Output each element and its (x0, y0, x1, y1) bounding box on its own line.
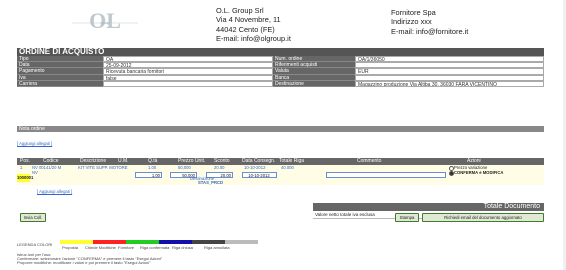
row-id: 1000001 (17, 175, 34, 180)
instructions-modify: Proporre modifiche: modificare i valori … (17, 260, 151, 265)
recipient-name: Fornitore Spa (391, 8, 436, 17)
recipient-email: E-mail: info@fornitore.it (391, 26, 469, 36)
legend-label-riga-confermata: Riga confermata (140, 245, 170, 250)
col-commento: Commento (357, 158, 382, 164)
row-descrizione: KIT VITE SUPP. MOTORE (78, 165, 128, 170)
row-data: 10-10-2012 (244, 165, 266, 170)
sender-city: 44042 Cento (FE) (216, 24, 275, 34)
sender-street: Via 4 Novembre, 11 (216, 15, 281, 25)
legend-swatch-chiede-modifiche (93, 240, 126, 244)
comment-input[interactable] (326, 172, 446, 178)
row-pos: 1 (20, 165, 23, 170)
legend-swatch-fornitore (126, 240, 159, 244)
row-sconto: 20.00 (214, 165, 225, 170)
recipient-address: Fornitore Spa Indirizzo xxx E-mail: info… (391, 8, 468, 36)
add-line-attachments-link[interactable]: [ Aggiungi allegati ] (37, 189, 72, 194)
back-button[interactable]: Invia Coll. (20, 213, 46, 222)
row-destination-value: STAS_PRCD (198, 180, 224, 185)
row-price: 50,000 (178, 165, 191, 170)
col-descrizione: Descrizione (80, 158, 107, 164)
sender-address: O.L. Group Srl Via 4 Novembre, 11 44042 … (216, 6, 291, 43)
order-info-table: Tipo OA Num. ordine OA/1/36050 Data 25-0… (17, 56, 544, 87)
delivery-date-input[interactable]: 10-10-2012 (242, 172, 277, 178)
action2-label: CONFERMA e MODIFICA (454, 170, 504, 175)
legend-label-fornitore: Fornitore (118, 245, 135, 250)
col-data-consegna: Data Consegn. (242, 158, 276, 164)
legend-label-proposta: Proposta (62, 245, 79, 250)
totals-label: Valore netto totale iva esclusa (315, 212, 375, 217)
sender-name: O.L. Group Srl (216, 6, 264, 15)
legend-swatch-riga-annullata (225, 240, 258, 244)
col-pos: Pos. (20, 158, 31, 164)
col-totale: Totale Riga (279, 158, 305, 164)
recipient-street: Indirizzo xxx (391, 17, 432, 27)
svg-text:group: group (101, 21, 110, 25)
company-logo: OL group (72, 8, 138, 33)
row-qty: 1.00 (148, 165, 157, 170)
order-lines-header: Pos. Codice Descrizione U.M. Q.tà Prezzo… (17, 158, 544, 165)
page-title: ORDINE DI ACQUISTO (17, 48, 544, 56)
row-totale: 40.000 (281, 165, 294, 170)
legend-swatch-riga-confermata (159, 240, 192, 244)
col-um: U.M. (118, 158, 129, 164)
info-value-carriera (103, 80, 273, 87)
document-header: OL group O.L. Group Srl Via 4 Novembre, … (0, 0, 566, 46)
info-row: Carriera Destinazione Magazzino produzio… (17, 80, 544, 87)
request-email-button[interactable]: Richiedi email del documento aggiornato (422, 213, 544, 222)
legend-title: LEGENDA COLORI (17, 242, 53, 247)
col-codice: Codice (43, 158, 59, 164)
order-notes-bar: Nota ordine (17, 126, 544, 132)
sender-email: E-mail: info@olgroup.it (216, 33, 291, 43)
col-azioni: Azioni (467, 158, 481, 164)
info-value-destinazione: Magazzino produzione Via Altiba 30, 3603… (355, 80, 544, 87)
col-sconto: Sconto (214, 158, 230, 164)
col-prezzo: Prezzo Unit. (178, 158, 206, 164)
totals-bar: Totale Documento (313, 203, 544, 211)
legend-swatch-riga-chiusa (192, 240, 225, 244)
legend-swatch-proposta (60, 240, 93, 244)
print-button[interactable]: Stampa (395, 213, 419, 222)
table-row: 1 NV 00141/20 M NV KIT VITE SUPP. MOTORE… (17, 165, 544, 185)
col-qty: Q.tà (148, 158, 158, 164)
add-attachments-link[interactable]: [ Aggiungi allegati ] (17, 141, 52, 146)
legend-label-chiede-modifiche: Chiede Modifiche (85, 245, 116, 250)
info-label-carriera: Carriera (17, 80, 103, 87)
legend-label-riga-chiusa: Riga chiusa (172, 245, 193, 250)
qty-input[interactable]: 1,00 (135, 172, 162, 178)
legend-label-riga-annullata: Riga annullata (204, 245, 230, 250)
info-label-destinazione: Destinazione (273, 80, 355, 87)
